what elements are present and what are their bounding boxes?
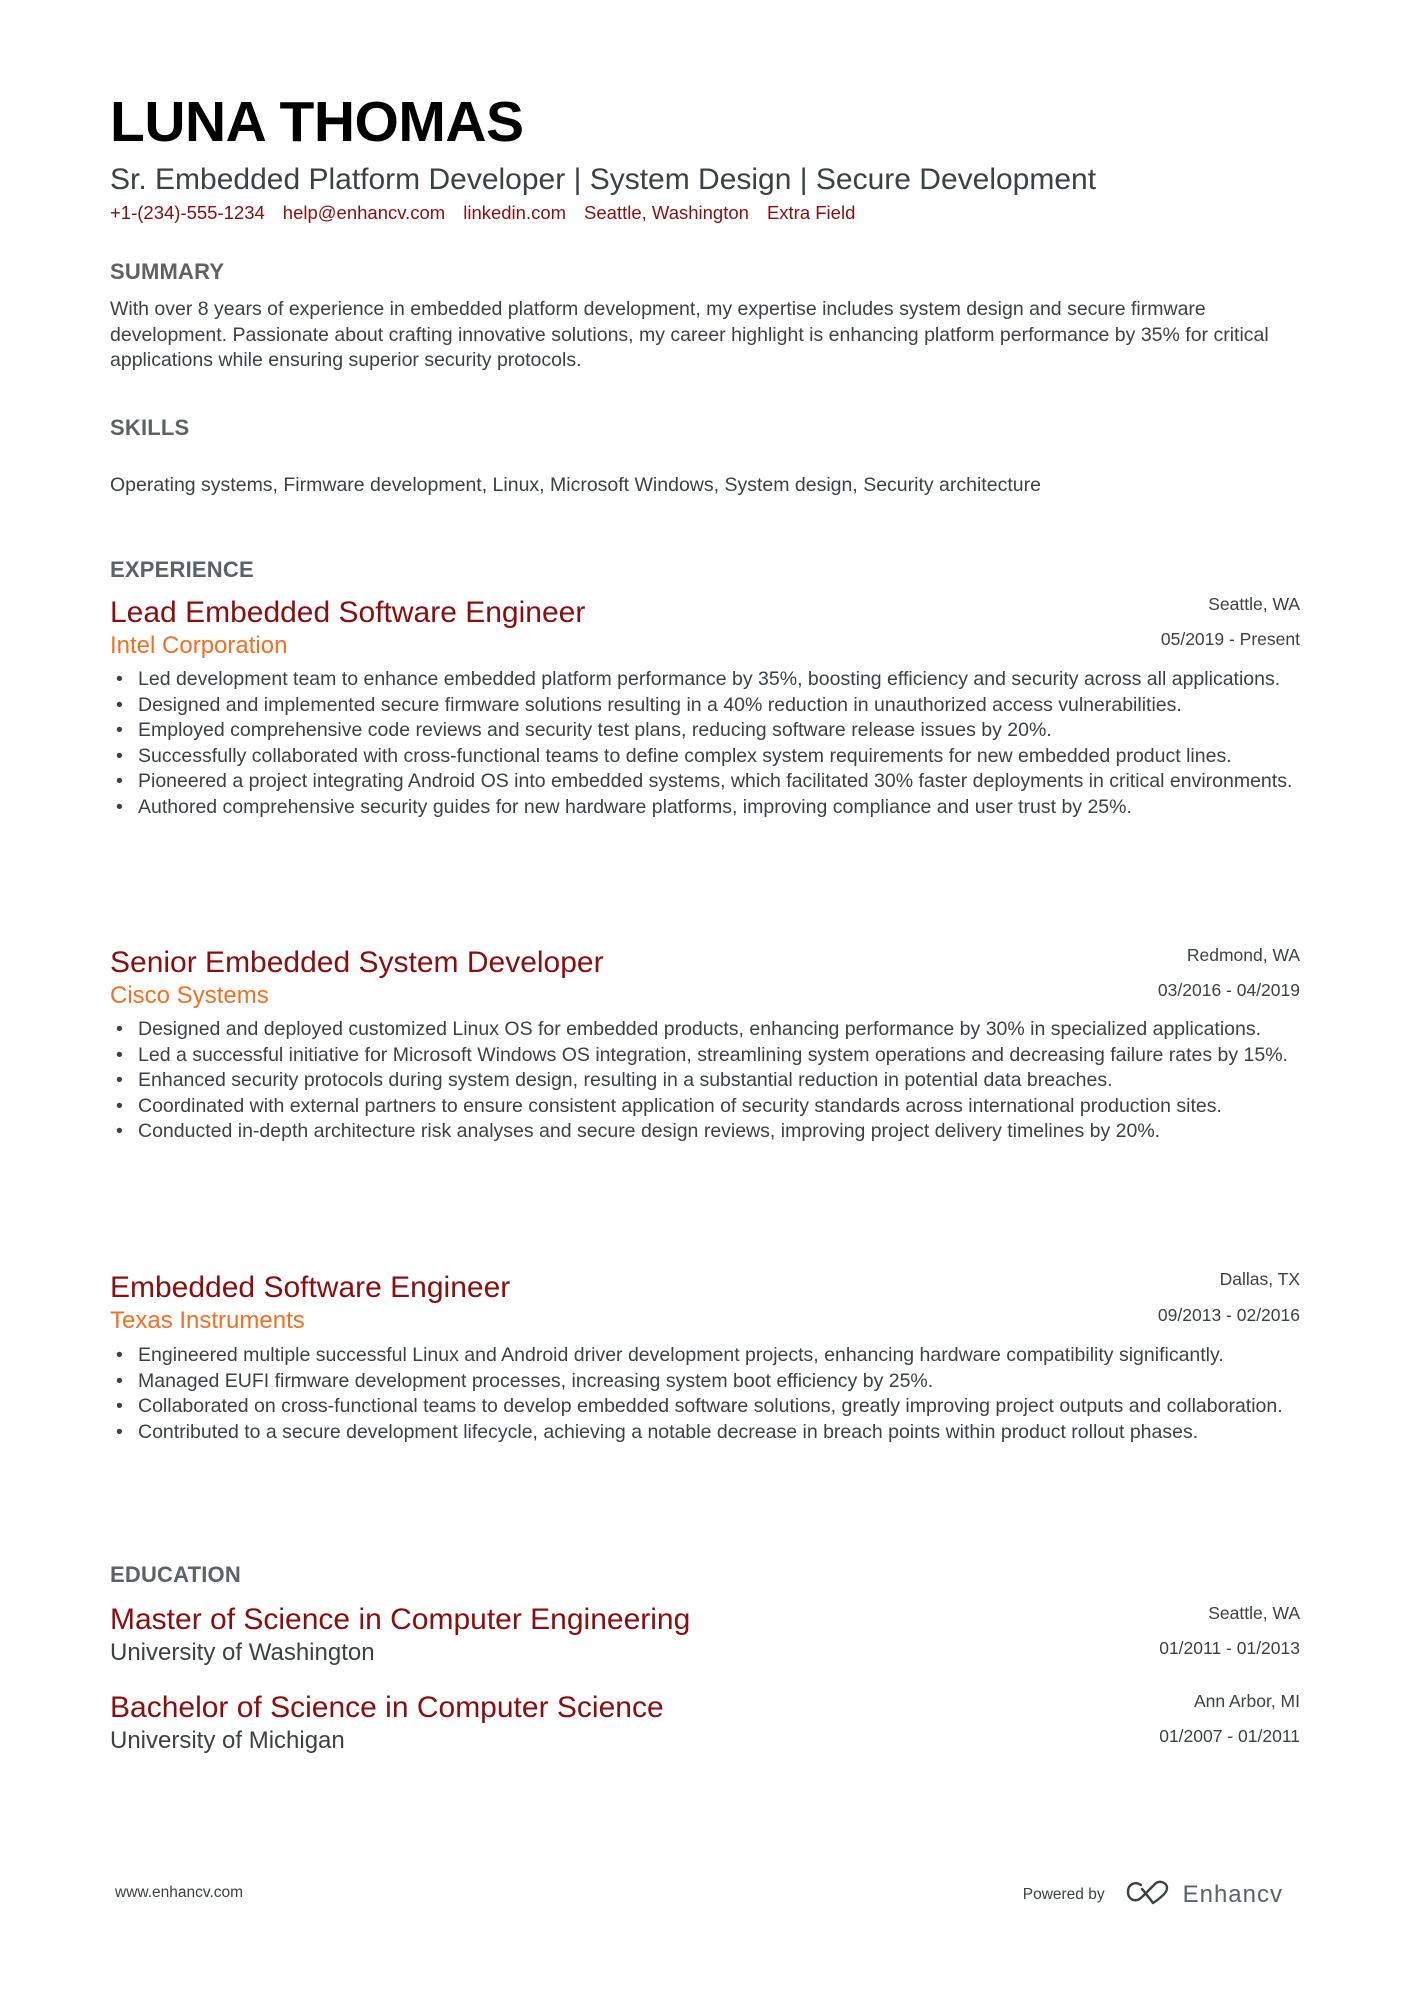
job-bullet: Authored comprehensive security guides f… xyxy=(110,795,1310,821)
contact-linkedin[interactable]: linkedin.com xyxy=(463,202,566,224)
brand-logo[interactable]: Enhancv xyxy=(1125,1879,1283,1910)
job-bullet: Successfully collaborated with cross-fun… xyxy=(110,744,1310,770)
education-dates: 01/2007 - 01/2011 xyxy=(1159,1726,1300,1746)
candidate-headline: Sr. Embedded Platform Developer | System… xyxy=(110,163,1097,196)
footer-website-link[interactable]: www.enhancv.com xyxy=(115,1884,243,1902)
job-title: Senior Embedded System Developer xyxy=(110,946,604,979)
education-location: Seattle, WA xyxy=(1208,1603,1300,1623)
job-location: Dallas, TX xyxy=(1219,1269,1300,1289)
education-degree: Bachelor of Science in Computer Science xyxy=(110,1691,664,1724)
job-bullet: Pioneered a project integrating Android … xyxy=(110,769,1310,795)
contact-location: Seattle, Washington xyxy=(584,202,749,223)
powered-by-label: Powered by xyxy=(1022,1885,1105,1903)
enhancv-logo-icon xyxy=(1125,1879,1171,1910)
job-company: Texas Instruments xyxy=(110,1307,305,1334)
job-bullet: Employed comprehensive code reviews and … xyxy=(110,718,1310,744)
section-title-education: EDUCATION xyxy=(110,1562,241,1587)
job-bullet: Enhanced security protocols during syste… xyxy=(110,1068,1310,1094)
brand-name: Enhancv xyxy=(1182,1880,1283,1908)
contact-extra-field: Extra Field xyxy=(766,202,856,223)
job-bullet: Managed EUFI firmware development proces… xyxy=(110,1369,1310,1395)
contact-phone[interactable]: +1-(234)-555-1234 xyxy=(110,202,265,224)
job-location: Redmond, WA xyxy=(1186,945,1300,965)
job-company: Cisco Systems xyxy=(110,982,269,1009)
education-degree: Master of Science in Computer Engineerin… xyxy=(110,1603,691,1636)
summary-text: With over 8 years of experience in embed… xyxy=(110,298,1269,372)
contact-email[interactable]: help@enhancv.com xyxy=(283,202,445,224)
job-bullet: Conducted in-depth architecture risk ana… xyxy=(110,1119,1310,1145)
job-company: Intel Corporation xyxy=(110,632,288,659)
section-title-skills: SKILLS xyxy=(110,415,190,440)
job-title: Lead Embedded Software Engineer xyxy=(110,596,586,629)
job-bullets: Engineered multiple successful Linux and… xyxy=(110,1343,1310,1445)
section-title-experience: EXPERIENCE xyxy=(110,557,254,582)
job-bullet: Coordinated with external partners to en… xyxy=(110,1094,1310,1120)
skills-text: Operating systems, Firmware development,… xyxy=(110,474,1041,496)
job-dates: 05/2019 - Present xyxy=(1160,629,1300,649)
candidate-name: LUNA THOMAS xyxy=(110,90,524,154)
job-bullet: Led a successful initiative for Microsof… xyxy=(110,1043,1310,1069)
job-title: Embedded Software Engineer xyxy=(110,1271,511,1304)
job-bullet: Contributed to a secure development life… xyxy=(110,1420,1310,1446)
section-title-summary: SUMMARY xyxy=(110,259,225,284)
education-school: University of Michigan xyxy=(110,1727,345,1754)
job-bullet: Led development team to enhance embedded… xyxy=(110,667,1310,693)
job-dates: 03/2016 - 04/2019 xyxy=(1157,980,1300,1000)
job-bullet: Designed and implemented secure firmware… xyxy=(110,693,1310,719)
job-location: Seattle, WA xyxy=(1208,594,1300,614)
job-bullet: Engineered multiple successful Linux and… xyxy=(110,1343,1310,1369)
job-bullets: Led development team to enhance embedded… xyxy=(110,667,1310,821)
job-bullets: Designed and deployed customized Linux O… xyxy=(110,1017,1310,1145)
job-dates: 09/2013 - 02/2016 xyxy=(1157,1305,1300,1325)
job-bullet: Collaborated on cross-functional teams t… xyxy=(110,1394,1310,1420)
contact-info: +1-(234)-555-1234 help@enhancv.com linke… xyxy=(110,202,855,224)
education-school: University of Washington xyxy=(110,1639,375,1666)
footer-branding: Powered by Enhancv xyxy=(1023,1879,1283,1910)
education-location: Ann Arbor, MI xyxy=(1193,1691,1300,1711)
education-dates: 01/2011 - 01/2013 xyxy=(1159,1638,1300,1658)
job-bullet: Designed and deployed customized Linux O… xyxy=(110,1017,1310,1043)
